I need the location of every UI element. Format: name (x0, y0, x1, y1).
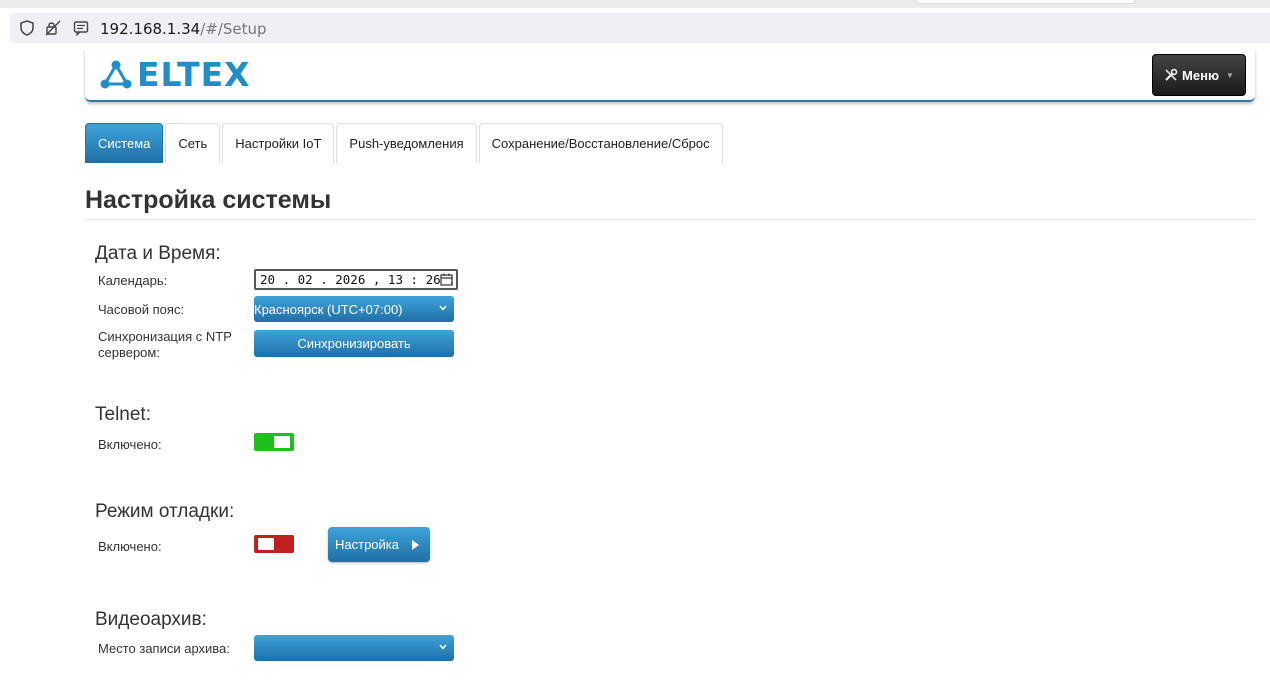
shield-icon[interactable] (19, 20, 35, 36)
page-info-icon[interactable] (73, 20, 89, 36)
chevron-down-icon (439, 644, 447, 650)
tab-iot-settings[interactable]: Настройки IoT (222, 123, 335, 163)
url-host: 192.168.1.34 (100, 20, 201, 38)
caret-down-icon: ▼ (1226, 70, 1234, 80)
tab-save-restore-reset[interactable]: Сохранение/Восстановление/Сброс (478, 123, 723, 163)
archive-location-select[interactable] (254, 635, 454, 661)
title-divider (85, 219, 1255, 220)
lock-insecure-icon[interactable] (45, 20, 61, 36)
url-text[interactable]: 192.168.1.34/#/Setup (100, 20, 267, 38)
eltex-logo-mark-icon (100, 60, 132, 89)
toggle-knob (274, 436, 290, 448)
tools-icon (1165, 68, 1178, 81)
debug-setup-button[interactable]: Настройка (328, 527, 430, 562)
eltex-logo[interactable]: ELTEX (99, 55, 251, 94)
tab-network[interactable]: Сеть (165, 123, 221, 163)
menu-button[interactable]: Меню ▼ (1152, 54, 1246, 96)
ntp-sync-label: Синхронизация с NTP сервером: (98, 329, 232, 360)
app-header: ELTEX Меню ▼ (85, 49, 1255, 102)
tab-system[interactable]: Система (85, 123, 164, 163)
telnet-section-title: Telnet: (95, 404, 151, 425)
datetime-section-title: Дата и Время: (95, 243, 221, 264)
sync-button[interactable]: Синхронизировать (254, 330, 454, 357)
debug-setup-label: Настройка (335, 537, 399, 552)
address-bar[interactable]: 192.168.1.34/#/Setup (10, 13, 1270, 43)
browser-tab[interactable] (915, 0, 1136, 4)
url-path: /#/Setup (200, 20, 267, 38)
eltex-logo-text: ELTEX (137, 55, 251, 94)
browser-tab-strip (0, 0, 1270, 8)
debug-enabled-label: Включено: (98, 539, 162, 554)
page-title: Настройка системы (85, 186, 332, 214)
calendar-icon[interactable] (440, 273, 453, 286)
debug-section-title: Режим отладки: (95, 501, 235, 522)
timezone-label: Часовой пояс: (98, 302, 185, 317)
calendar-label: Календарь: (98, 273, 168, 288)
menu-button-label: Меню (1182, 67, 1220, 83)
tab-push-notifications[interactable]: Push-уведомления (336, 123, 477, 163)
chevron-down-icon (439, 305, 447, 311)
timezone-select[interactable]: Красноярск (UTC+07:00) (254, 296, 454, 322)
archive-location-label: Место записи архива: (98, 641, 230, 656)
timezone-value: Красноярск (UTC+07:00) (254, 301, 403, 317)
calendar-datetime-input[interactable]: 20 . 02 . 2026 , 13 : 26 : (254, 269, 458, 290)
telnet-toggle[interactable] (254, 433, 294, 451)
toggle-knob (258, 538, 274, 550)
debug-toggle[interactable] (254, 535, 294, 553)
play-arrow-icon (412, 540, 419, 550)
calendar-value: 20 . 02 . 2026 , 13 : 26 : (260, 272, 456, 287)
archive-section-title: Видеоархив: (95, 609, 207, 630)
telnet-enabled-label: Включено: (98, 437, 162, 452)
settings-tabs: Система Сеть Настройки IoT Push-уведомле… (85, 123, 725, 163)
